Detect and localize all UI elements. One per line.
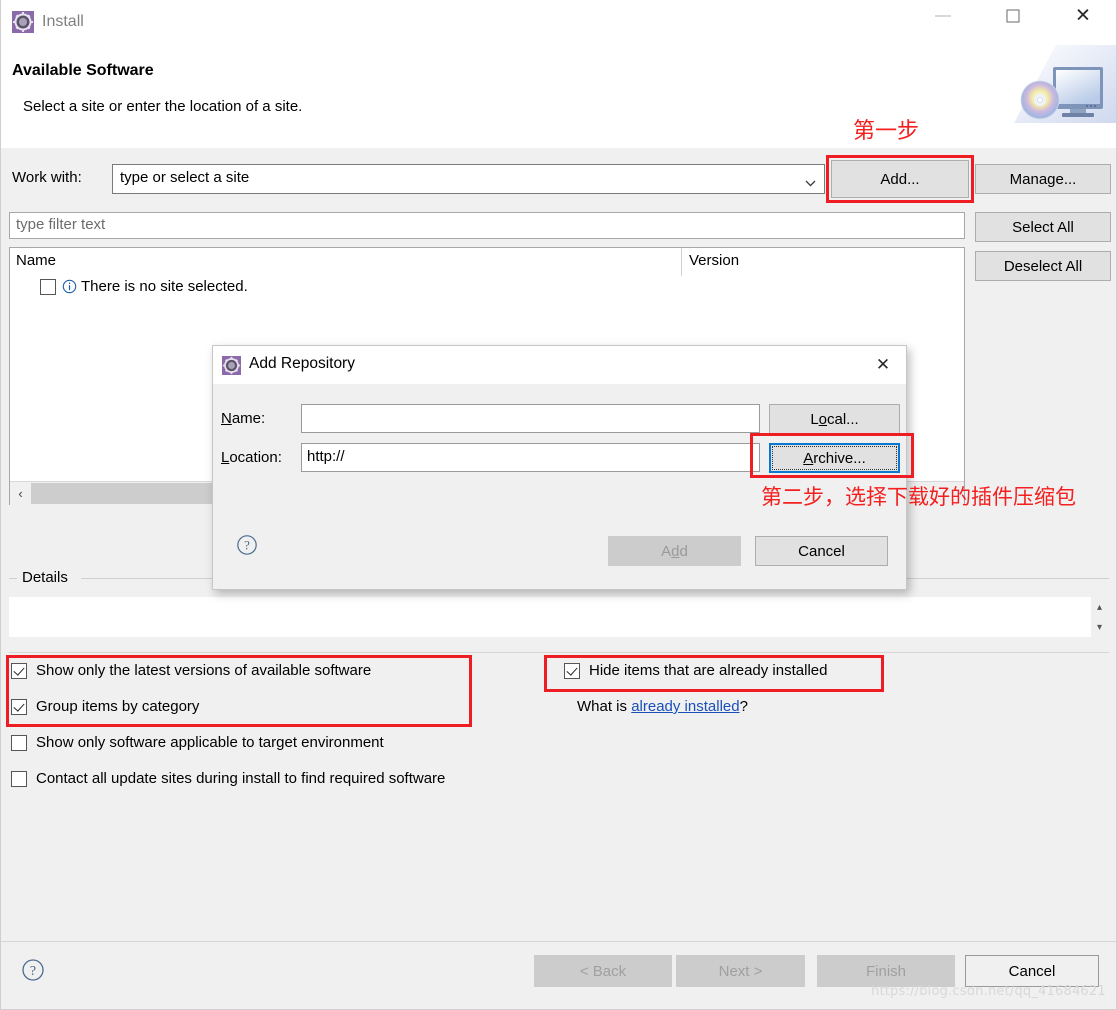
add-pre: A xyxy=(661,542,672,560)
work-with-value: type or select a site xyxy=(120,169,250,186)
add-repository-dialog: Add Repository ✕ Name: Location: http://… xyxy=(212,345,907,590)
select-all-button[interactable]: Select All xyxy=(975,212,1111,242)
what-is-already-installed: What is already installed? xyxy=(577,698,748,715)
manage-button[interactable]: Manage... xyxy=(975,164,1111,194)
local-pre: L xyxy=(810,410,819,428)
window-titlebar: Install ✕ xyxy=(1,0,1116,45)
checkbox-hide-already-installed[interactable] xyxy=(564,662,580,679)
add-repository-button[interactable]: Add... xyxy=(831,160,969,198)
option-label: Contact all update sites during install … xyxy=(36,770,446,787)
finish-button[interactable]: Finish xyxy=(817,955,955,987)
svg-text:?: ? xyxy=(244,539,250,553)
minimize-icon xyxy=(935,15,951,17)
option-show-only-applicable[interactable]: Show only software applicable to target … xyxy=(11,734,384,751)
page-subtitle: Select a site or enter the location of a… xyxy=(23,98,303,115)
column-header-name: Name xyxy=(16,252,57,269)
column-divider xyxy=(681,248,682,276)
dialog-close-icon[interactable]: ✕ xyxy=(866,351,900,379)
install-wizard-window: Install ✕ Available Software Select a si… xyxy=(0,0,1117,1010)
option-label: Show only the latest versions of availab… xyxy=(36,662,372,679)
checkbox-group-items-by-category[interactable] xyxy=(11,698,27,715)
name-label-mnemonic: N xyxy=(221,410,232,427)
window-title: Install xyxy=(42,13,84,30)
option-label: Show only software applicable to target … xyxy=(36,734,384,751)
dialog-help-icon[interactable]: ? xyxy=(236,534,258,556)
option-hide-already-installed[interactable]: Hide items that are already installed xyxy=(564,662,827,679)
help-icon[interactable]: ? xyxy=(21,958,45,982)
location-value: http:// xyxy=(307,448,345,465)
install-gear-icon xyxy=(12,11,34,33)
work-with-label: Work with: xyxy=(12,169,82,186)
checkbox-show-only-applicable[interactable] xyxy=(11,734,27,751)
option-show-latest-versions[interactable]: Show only the latest versions of availab… xyxy=(11,662,371,679)
next-button[interactable]: Next > xyxy=(676,955,805,987)
minimize-button[interactable] xyxy=(920,0,966,32)
chevron-down-icon xyxy=(805,175,816,187)
location-field[interactable]: http:// xyxy=(301,443,760,472)
filter-input[interactable]: type filter text xyxy=(9,212,965,239)
option-label: Group items by category xyxy=(36,698,200,715)
svg-text:?: ? xyxy=(30,964,36,979)
name-label: Name: xyxy=(221,410,265,427)
local-button[interactable]: Lo cal... xyxy=(769,404,900,434)
maximize-button[interactable] xyxy=(990,0,1036,32)
archive-mnemonic: A xyxy=(803,449,814,467)
chevron-up-icon[interactable]: ▴ xyxy=(1097,602,1102,613)
what-is-suffix: ? xyxy=(739,698,748,715)
option-group-items-by-category[interactable]: Group items by category xyxy=(11,698,199,715)
close-button[interactable]: ✕ xyxy=(1060,0,1106,32)
dialog-add-button[interactable]: Add xyxy=(608,536,741,566)
option-contact-all-update-sites[interactable]: Contact all update sites during install … xyxy=(11,770,445,787)
monitor-cd-icon xyxy=(996,45,1116,123)
group-border-left xyxy=(9,578,17,579)
page-title: Available Software xyxy=(12,62,154,79)
details-textarea[interactable] xyxy=(9,597,1091,637)
scroll-left-arrow-icon[interactable]: ‹ xyxy=(10,482,31,505)
dialog-titlebar: Add Repository ✕ xyxy=(213,346,906,384)
close-icon: ✕ xyxy=(1075,4,1091,27)
row-checkbox[interactable] xyxy=(40,278,56,295)
filter-placeholder: type filter text xyxy=(16,216,106,233)
name-label-rest: ame: xyxy=(231,410,266,427)
table-row[interactable]: There is no site selected. xyxy=(40,278,248,295)
what-is-prefix: What is xyxy=(577,698,632,715)
checkbox-contact-all-update-sites[interactable] xyxy=(11,770,27,787)
archive-button[interactable]: Archive... xyxy=(769,443,900,473)
info-icon xyxy=(62,279,77,294)
chevron-down-icon[interactable]: ▾ xyxy=(1097,622,1102,633)
details-separator xyxy=(9,652,1109,653)
option-label: Hide items that are already installed xyxy=(589,662,828,679)
details-label: Details xyxy=(19,569,71,586)
already-installed-link[interactable]: already installed xyxy=(631,698,739,715)
work-with-combo[interactable]: type or select a site xyxy=(112,164,825,194)
wizard-header: Available Software Select a site or ente… xyxy=(1,45,1116,149)
archive-post: rchive... xyxy=(813,449,866,467)
row-label: There is no site selected. xyxy=(81,278,248,295)
location-label-rest: ocation: xyxy=(229,449,282,466)
back-button[interactable]: < Back xyxy=(534,955,672,987)
local-mnemonic: o xyxy=(818,410,827,428)
add-mnemonic: d xyxy=(671,542,680,560)
add-post: d xyxy=(679,542,688,560)
location-label: Location: xyxy=(221,449,282,466)
cancel-button[interactable]: Cancel xyxy=(965,955,1099,987)
deselect-all-button[interactable]: Deselect All xyxy=(975,251,1111,281)
dialog-cancel-button[interactable]: Cancel xyxy=(755,536,888,566)
install-gear-icon xyxy=(222,356,241,375)
name-field[interactable] xyxy=(301,404,760,433)
local-post: cal... xyxy=(827,410,859,428)
maximize-icon xyxy=(1006,9,1020,23)
dialog-title: Add Repository xyxy=(249,355,355,372)
checkbox-show-latest-versions[interactable] xyxy=(11,662,27,679)
details-scroll-spinner[interactable]: ▴ ▾ xyxy=(1091,597,1108,637)
column-header-version: Version xyxy=(689,252,740,269)
